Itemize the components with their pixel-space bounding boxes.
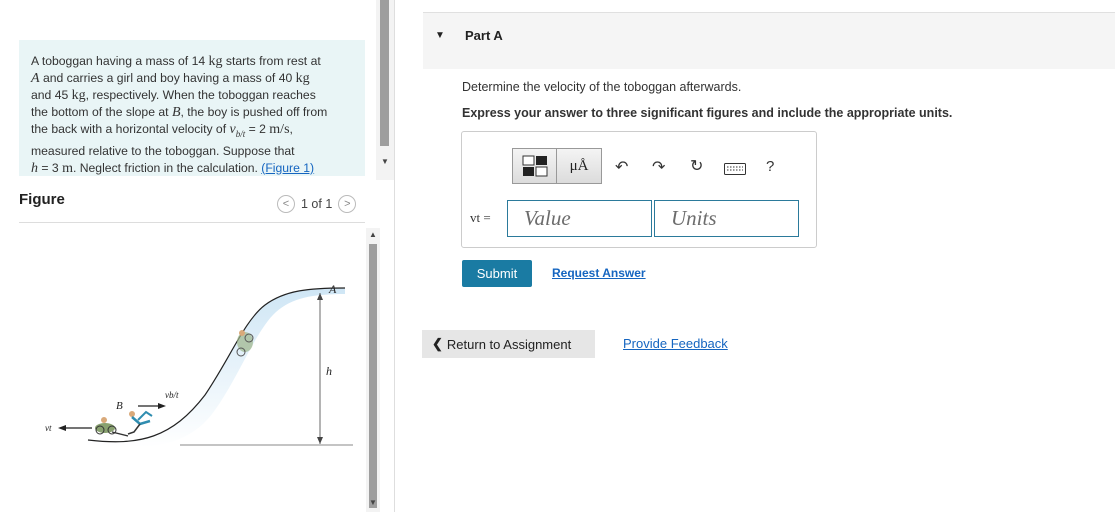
panel-divider [394, 0, 395, 512]
chevron-left-icon: ❮ [432, 336, 443, 351]
part-title: Part A [465, 28, 503, 43]
slope-outline [87, 287, 346, 443]
height-label: h [326, 364, 332, 378]
units-mu-a-icon: μÅ [569, 157, 589, 174]
toboggan-at-b [95, 417, 129, 437]
boy-pushed-off [127, 410, 153, 435]
help-icon[interactable]: ? [766, 158, 774, 175]
math-toolbar: μÅ [512, 148, 602, 184]
units-button[interactable]: μÅ [557, 148, 602, 184]
undo-icon[interactable]: ↶ [615, 157, 628, 177]
figure-scrollbar-thumb[interactable] [369, 244, 377, 508]
provide-feedback-link[interactable]: Provide Feedback [623, 336, 728, 351]
point-a-label: A [328, 282, 337, 296]
value-input[interactable]: Value [507, 200, 652, 237]
vbt-label: vb/t [165, 390, 179, 400]
templates-button[interactable] [512, 148, 557, 184]
request-answer-link[interactable]: Request Answer [552, 266, 646, 280]
keyboard-icon[interactable] [724, 163, 746, 175]
instruction-text: Express your answer to three significant… [462, 106, 953, 120]
templates-icon [522, 155, 547, 177]
vt-label: vt [45, 423, 52, 433]
point-b-label: B [116, 400, 123, 412]
part-a-header[interactable] [423, 13, 1115, 69]
submit-button[interactable]: Submit [462, 260, 532, 287]
return-label: Return to Assignment [446, 336, 572, 352]
toboggan-figure: A h B vb/t vt [45, 282, 353, 448]
snow-slope [88, 288, 345, 448]
collapse-caret-icon[interactable]: ▼ [435, 30, 445, 41]
scroll-down-arrow-icon[interactable]: ▼ [366, 498, 380, 507]
reset-icon[interactable]: ↻ [690, 156, 703, 176]
units-input[interactable]: Units [654, 200, 799, 237]
scroll-up-arrow-icon[interactable]: ▲ [366, 230, 380, 239]
variable-label: vt = [470, 210, 491, 225]
return-to-assignment-button[interactable]: ❮ Return to Assignment [422, 330, 595, 358]
redo-icon[interactable]: ↷ [652, 157, 665, 177]
question-text: Determine the velocity of the toboggan a… [462, 80, 742, 94]
figure-scrollbar[interactable]: ▲ ▼ [366, 228, 380, 512]
